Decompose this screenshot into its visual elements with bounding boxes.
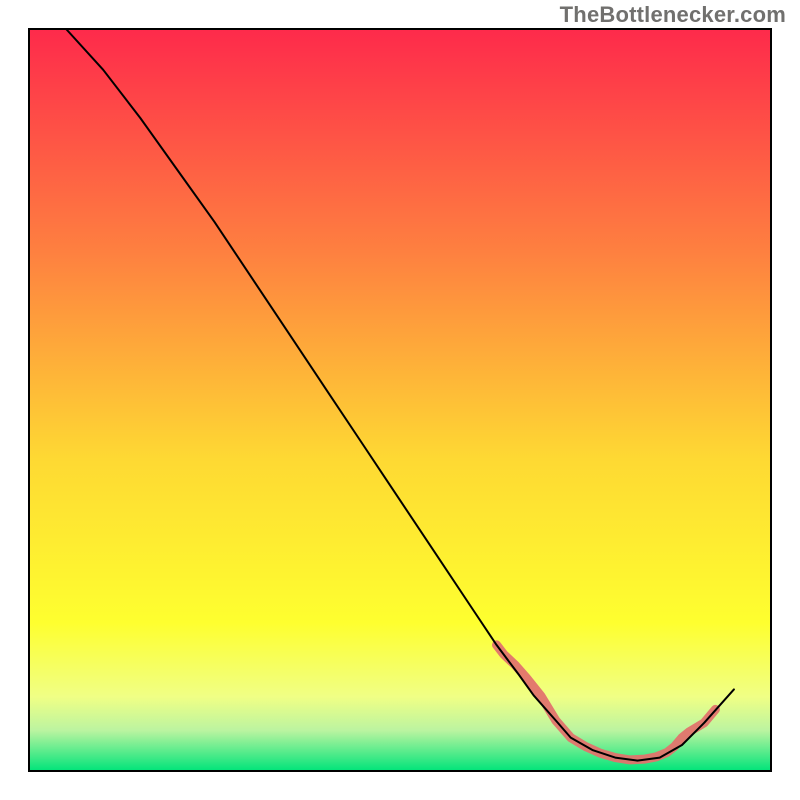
chart-background [29, 29, 771, 771]
bottleneck-chart [0, 0, 800, 800]
